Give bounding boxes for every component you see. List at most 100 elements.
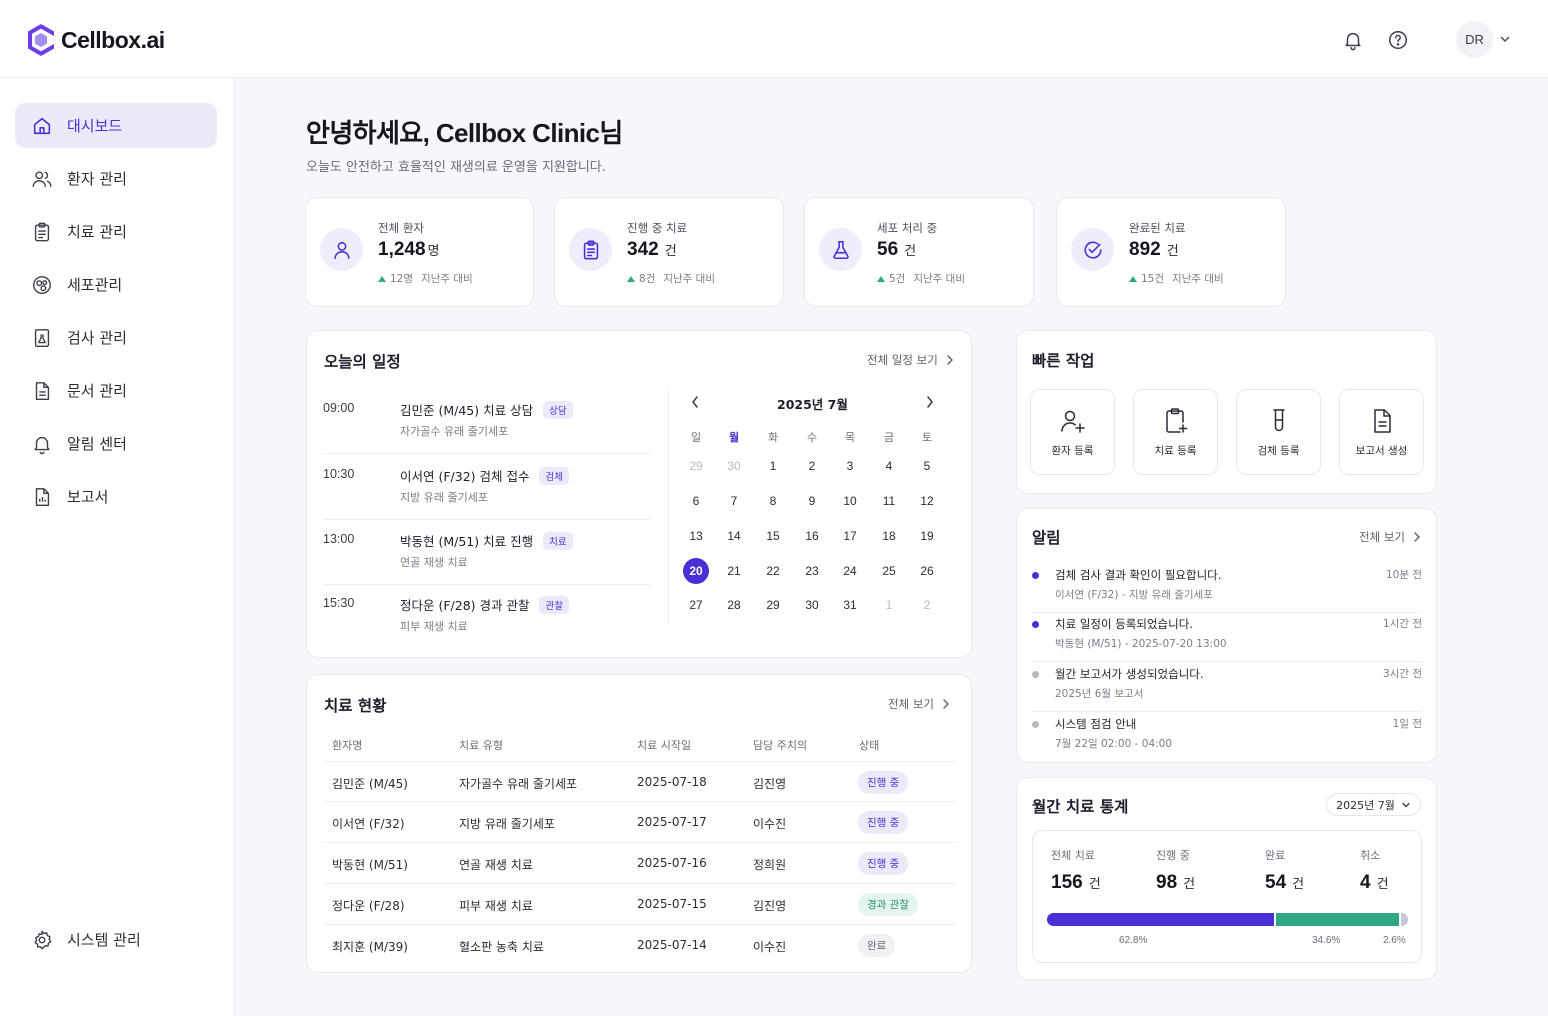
- status-badge: 완료: [858, 934, 896, 957]
- quick-action-label: 보고서 생성: [1355, 444, 1408, 457]
- sidebar-item-patients[interactable]: 환자 관리: [15, 156, 217, 201]
- stat-card-active-treatments[interactable]: 진행 중 치료 342 건 8건 지난주 대비: [554, 197, 784, 307]
- sidebar-item-dashboard[interactable]: 대시보드: [15, 103, 217, 148]
- logo[interactable]: Cellbox.ai: [26, 23, 165, 57]
- bell-icon[interactable]: [1341, 28, 1365, 52]
- sidebar-item-label: 문서 관리: [67, 382, 127, 400]
- calendar-day[interactable]: 23: [799, 558, 825, 584]
- schedule-item[interactable]: 09:00 김민준 (M/45) 치료 상담 상담 자가골수 유래 줄기세포: [323, 389, 651, 454]
- alert-item[interactable]: 월간 보고서가 생성되었습니다. 2025년 6월 보고서 3시간 전: [1032, 662, 1422, 712]
- calendar-day[interactable]: 22: [760, 558, 786, 584]
- calendar-day[interactable]: 10: [837, 488, 863, 514]
- calendar-day[interactable]: 30: [799, 592, 825, 618]
- stat-label: 전체 환자: [378, 221, 424, 235]
- clipboard-icon: [34, 222, 50, 241]
- cell-patient: 최지훈 (M/39): [332, 940, 408, 954]
- stat-card-completed[interactable]: 완료된 치료 892 건 15건 지난주 대비: [1056, 197, 1286, 307]
- calendar-day[interactable]: 1: [876, 592, 902, 618]
- calendar-day[interactable]: 19: [914, 523, 940, 549]
- calendar-weekday: 화: [767, 431, 779, 444]
- calendar-day[interactable]: 4: [876, 453, 902, 479]
- metric-label: 전체 치료: [1051, 849, 1095, 862]
- calendar-prev-button[interactable]: [690, 394, 700, 413]
- alert-time: 3시간 전: [1383, 668, 1422, 680]
- stat-delta: 12명 지난주 대비: [378, 271, 473, 286]
- sidebar-item-treatments[interactable]: 치료 관리: [15, 209, 217, 254]
- sidebar-item-cells[interactable]: 세포관리: [15, 262, 217, 307]
- schedule-item[interactable]: 13:00 박동현 (M/51) 치료 진행 치료 연골 재생 치료: [323, 520, 651, 585]
- calendar-day[interactable]: 11: [876, 488, 902, 514]
- calendar-day[interactable]: 7: [721, 488, 747, 514]
- sidebar-item-lab[interactable]: 검사 관리: [15, 315, 217, 360]
- stat-unit: 건: [664, 243, 677, 258]
- table-row[interactable]: 김민준 (M/45) 자가골수 유래 줄기세포 2025-07-18 김진영 진행 중: [323, 761, 957, 802]
- sidebar-item-alerts[interactable]: 알림 센터: [15, 421, 217, 466]
- calendar-day[interactable]: 21: [721, 558, 747, 584]
- table-row[interactable]: 정다운 (F/28) 피부 재생 치료 2025-07-15 김진영 경과 관찰: [323, 884, 957, 925]
- alert-item[interactable]: 검체 검사 결과 확인이 필요합니다. 이서연 (F/32) - 지방 유래 줄…: [1032, 563, 1422, 613]
- alert-item[interactable]: 시스템 점검 안내 7월 22일 02:00 - 04:00 1일 전: [1032, 712, 1422, 762]
- sidebar-item-reports[interactable]: 보고서: [15, 474, 217, 519]
- cell-doctor: 김진영: [753, 899, 787, 913]
- calendar-day[interactable]: 30: [721, 453, 747, 479]
- create-report-button[interactable]: 보고서 생성: [1339, 389, 1424, 475]
- calendar-day[interactable]: 31: [837, 592, 863, 618]
- view-all-schedule-link[interactable]: 전체 일정 보기: [867, 352, 954, 368]
- calendar-day[interactable]: 16: [799, 523, 825, 549]
- calendar-next-button[interactable]: [925, 394, 935, 413]
- segment-percent: 34.6%: [1312, 935, 1341, 946]
- calendar-day[interactable]: 8: [760, 488, 786, 514]
- calendar-day[interactable]: 2: [914, 592, 940, 618]
- calendar-day-today[interactable]: 20: [683, 558, 709, 584]
- table-row[interactable]: 이서연 (F/32) 지방 유래 줄기세포 2025-07-17 이수진 진행 중: [323, 802, 957, 843]
- metric-value: 4건: [1360, 872, 1389, 893]
- calendar-day[interactable]: 5: [914, 453, 940, 479]
- avatar[interactable]: DR: [1456, 21, 1493, 58]
- schedule-item-title: 박동현 (M/51) 치료 진행 치료: [400, 531, 573, 550]
- help-icon[interactable]: [1386, 28, 1410, 52]
- calendar-day[interactable]: 13: [683, 523, 709, 549]
- users-icon: [32, 170, 52, 187]
- chevron-down-icon[interactable]: [1498, 31, 1512, 50]
- calendar-day[interactable]: 1: [760, 453, 786, 479]
- calendar-day[interactable]: 25: [876, 558, 902, 584]
- schedule-item[interactable]: 15:30 정다운 (F/28) 경과 관찰 관찰 피부 재생 치료: [323, 584, 651, 649]
- schedule-tag: 검체: [539, 466, 569, 485]
- stat-card-cell-processing[interactable]: 세포 처리 중 56 건 5건 지난주 대비: [804, 197, 1034, 307]
- view-all-alerts-link[interactable]: 전체 보기: [1359, 529, 1421, 545]
- calendar-day[interactable]: 9: [799, 488, 825, 514]
- table-row[interactable]: 최지훈 (M/39) 혈소판 농축 치료 2025-07-14 이수진 완료: [323, 925, 957, 966]
- register-specimen-button[interactable]: 검체 등록: [1236, 389, 1321, 475]
- calendar-day[interactable]: 3: [837, 453, 863, 479]
- calendar-day[interactable]: 28: [721, 592, 747, 618]
- cells-icon: [33, 275, 51, 294]
- calendar-day[interactable]: 2: [799, 453, 825, 479]
- view-all-treatments-link[interactable]: 전체 보기: [888, 696, 950, 712]
- schedule-item-title: 이서연 (F/32) 검체 접수 검체: [400, 466, 569, 485]
- table-row[interactable]: 박동현 (M/51) 연골 재생 치료 2025-07-16 정희원 진행 중: [323, 843, 957, 884]
- schedule-item[interactable]: 10:30 이서연 (F/32) 검체 접수 검체 지방 유래 줄기세포: [323, 455, 651, 520]
- calendar-day[interactable]: 29: [683, 453, 709, 479]
- alert-item[interactable]: 치료 일정이 등록되었습니다. 박동현 (M/51) - 2025-07-20 …: [1032, 612, 1422, 662]
- calendar-day[interactable]: 6: [683, 488, 709, 514]
- calendar-day[interactable]: 14: [721, 523, 747, 549]
- calendar-day[interactable]: 18: [876, 523, 902, 549]
- column-header: 담당 주치의: [753, 739, 808, 752]
- alert-sub: 이서연 (F/32) - 지방 유래 줄기세포: [1055, 589, 1213, 601]
- sidebar-item-system[interactable]: 시스템 관리: [15, 917, 217, 962]
- metric-value: 98 건: [1156, 872, 1196, 893]
- register-treatment-button[interactable]: 치료 등록: [1133, 389, 1218, 475]
- calendar-day[interactable]: 29: [760, 592, 786, 618]
- calendar-day[interactable]: 24: [837, 558, 863, 584]
- calendar-day[interactable]: 27: [683, 592, 709, 618]
- month-select[interactable]: 2025년 7월: [1326, 793, 1421, 816]
- stat-card-total-patients[interactable]: 전체 환자 1,248 명 12명 지난주 대비: [305, 197, 534, 307]
- stat-label: 진행 중 치료: [627, 221, 688, 235]
- calendar-day[interactable]: 26: [914, 558, 940, 584]
- sidebar-item-documents[interactable]: 문서 관리: [15, 368, 217, 413]
- calendar-day[interactable]: 15: [760, 523, 786, 549]
- up-arrow-icon: [877, 275, 885, 282]
- calendar-day[interactable]: 12: [914, 488, 940, 514]
- calendar-day[interactable]: 17: [837, 523, 863, 549]
- register-patient-button[interactable]: 환자 등록: [1030, 389, 1115, 475]
